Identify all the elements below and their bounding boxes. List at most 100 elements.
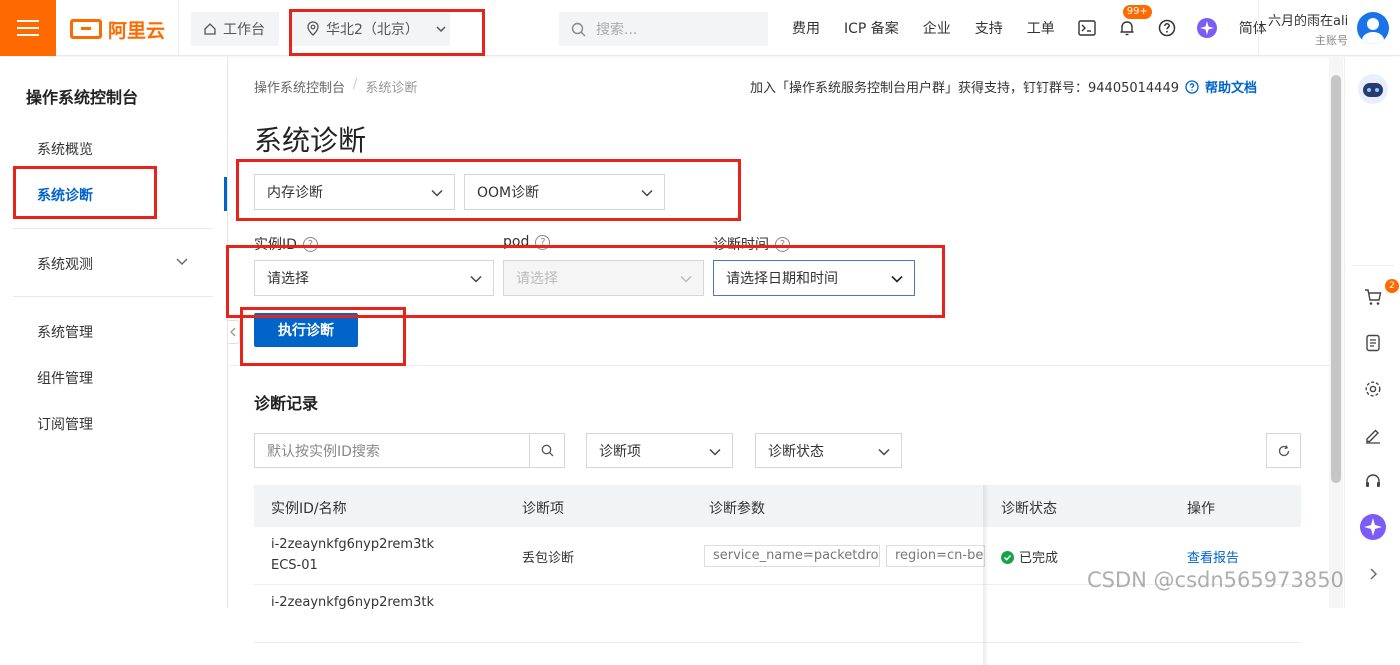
- robot-icon: [1358, 74, 1388, 104]
- filter-status-label: 诊断状态: [768, 443, 824, 460]
- active-indicator: [224, 177, 227, 211]
- question-circle-icon: [1158, 19, 1176, 37]
- sidebar-item-observation[interactable]: 系统观测: [37, 254, 93, 274]
- terminal-button[interactable]: [1073, 14, 1101, 42]
- edit-icon: [1366, 429, 1380, 444]
- divider: [13, 228, 213, 229]
- notification-button[interactable]: 99+: [1113, 5, 1152, 42]
- customer-service-button[interactable]: [1361, 469, 1385, 493]
- cart-badge: 2: [1385, 279, 1399, 293]
- bell-icon: [1120, 21, 1134, 36]
- logo-text: 阿里云: [108, 19, 166, 42]
- sidebar-item-overview[interactable]: 系统概览: [37, 139, 93, 159]
- document-icon: [1366, 334, 1380, 352]
- hamburger-menu-button[interactable]: [0, 0, 56, 56]
- ip-tool-button[interactable]: [1361, 331, 1385, 355]
- filter-status-select[interactable]: 诊断状态: [755, 433, 902, 468]
- refresh-icon: [1278, 444, 1289, 456]
- gear-icon: [1365, 381, 1381, 397]
- nav-link-billing[interactable]: 费用: [792, 18, 820, 38]
- headset-icon: [1366, 474, 1380, 487]
- cart-button[interactable]: [1361, 285, 1385, 309]
- ai-assistant-icon: [1196, 18, 1217, 38]
- filter-item-select[interactable]: 诊断项: [586, 433, 733, 468]
- check-circle-icon: [1001, 551, 1014, 564]
- record-search-input[interactable]: 默认按实例ID搜索: [254, 433, 565, 468]
- nav-link-support[interactable]: 支持: [975, 18, 1003, 38]
- highlight-box: [240, 307, 406, 366]
- column-header: 操作: [1187, 501, 1215, 517]
- workbench-label: 工作台: [223, 22, 265, 38]
- records-title: 诊断记录: [254, 394, 319, 413]
- ai-assistant-button[interactable]: [1193, 14, 1221, 42]
- chevron-right-icon: [1370, 568, 1377, 580]
- page-title: 系统诊断: [254, 124, 367, 157]
- ai-assistant-icon: [1360, 514, 1386, 540]
- right-toolbar: 2: [1344, 57, 1400, 608]
- instance-id[interactable]: i-2zeaynkfg6nyp2rem3tk: [271, 537, 434, 552]
- record-search-placeholder: 默认按实例ID搜索: [255, 434, 530, 467]
- breadcrumb: 操作系统控制台 / 系统诊断: [254, 77, 417, 96]
- watermark: CSDN @csdn565973850: [1087, 568, 1344, 592]
- records-table: 实例ID/名称 诊断项 诊断参数 诊断状态 操作 i-2zeaynkfg6nyp…: [254, 485, 1301, 665]
- settings-button[interactable]: [1361, 377, 1385, 401]
- sidebar-title: 操作系统控制台: [26, 88, 139, 107]
- user-avatar[interactable]: [1357, 12, 1389, 44]
- sidebar-item-management[interactable]: 系统管理: [37, 322, 93, 342]
- ai-assistant-button[interactable]: [1359, 513, 1387, 541]
- param-tag: service_name=packetdrop: [704, 545, 880, 567]
- search-icon: [541, 444, 553, 457]
- status-text: 已完成: [1019, 551, 1059, 566]
- page-scrollbar[interactable]: [1329, 57, 1343, 608]
- instance-name: ECS-01: [271, 558, 318, 573]
- divider: [1351, 265, 1395, 266]
- chevron-down-icon: [709, 448, 721, 456]
- user-name: 六月的雨在ali: [1268, 14, 1349, 29]
- user-menu[interactable]: 六月的雨在ali 主账号: [1268, 10, 1348, 48]
- table-header: 实例ID/名称 诊断项 诊断参数 诊断状态 操作: [254, 485, 1301, 527]
- fixed-column-shadow: [983, 485, 989, 665]
- column-header: 诊断参数: [709, 501, 765, 517]
- column-header: 实例ID/名称: [271, 501, 347, 517]
- sidebar-item-components[interactable]: 组件管理: [37, 368, 93, 388]
- workbench-button[interactable]: 工作台: [191, 12, 279, 46]
- column-header: 诊断状态: [1001, 501, 1057, 517]
- language-switch[interactable]: 简体: [1239, 18, 1267, 38]
- robot-assistant-button[interactable]: [1357, 73, 1389, 105]
- highlight-box: [289, 9, 485, 56]
- top-nav-links: 费用 ICP 备案 企业 支持 工单 99+ 简体: [780, 0, 1279, 56]
- column-header: 诊断项: [522, 501, 564, 517]
- search-placeholder: 搜索...: [596, 22, 638, 38]
- top-navigation-bar: 阿里云 工作台 华北2（北京） 搜索... 费用 ICP 备案 企业 支持 工单…: [0, 0, 1400, 56]
- filter-item-label: 诊断项: [599, 443, 641, 460]
- scrollbar-thumb[interactable]: [1331, 75, 1341, 483]
- help-docs-label: 帮助文档: [1205, 81, 1258, 96]
- help-button[interactable]: [1153, 14, 1181, 42]
- support-notice: 加入「操作系统服务控制台用户群」获得支持，钉钉群号：94405014449: [750, 81, 1179, 96]
- view-report-link[interactable]: 查看报告: [1187, 547, 1239, 566]
- record-search-button[interactable]: [530, 434, 564, 467]
- nav-link-icp[interactable]: ICP 备案: [844, 18, 899, 38]
- nav-link-enterprise[interactable]: 企业: [923, 18, 951, 38]
- home-icon: [204, 23, 216, 35]
- cart-icon: [1365, 289, 1382, 305]
- diagnosis-item: 丢包诊断: [522, 551, 575, 566]
- breadcrumb-link[interactable]: 操作系统控制台: [254, 77, 345, 96]
- chevron-down-icon[interactable]: [175, 257, 189, 267]
- terminal-icon: [1078, 20, 1096, 36]
- divider: [13, 296, 213, 297]
- highlight-box: [236, 159, 741, 221]
- edit-button[interactable]: [1361, 423, 1385, 447]
- user-role: 主账号: [1315, 34, 1348, 47]
- sidebar: 操作系统控制台 系统概览 系统诊断 系统观测 系统管理 组件管理 订阅管理: [0, 57, 228, 608]
- table-row: i-2zeaynkfg6nyp2rem3tk: [254, 585, 1301, 643]
- nav-link-ticket[interactable]: 工单: [1027, 18, 1055, 38]
- status-badge: 已完成: [1001, 547, 1058, 566]
- global-search-input[interactable]: 搜索...: [559, 12, 768, 46]
- refresh-button[interactable]: [1266, 433, 1301, 468]
- sidebar-item-subscriptions[interactable]: 订阅管理: [37, 414, 93, 434]
- divider: [178, 0, 179, 56]
- expand-button[interactable]: [1361, 562, 1385, 586]
- aliyun-logo[interactable]: 阿里云: [70, 16, 165, 42]
- help-docs-link[interactable]: 帮助文档: [1185, 77, 1257, 96]
